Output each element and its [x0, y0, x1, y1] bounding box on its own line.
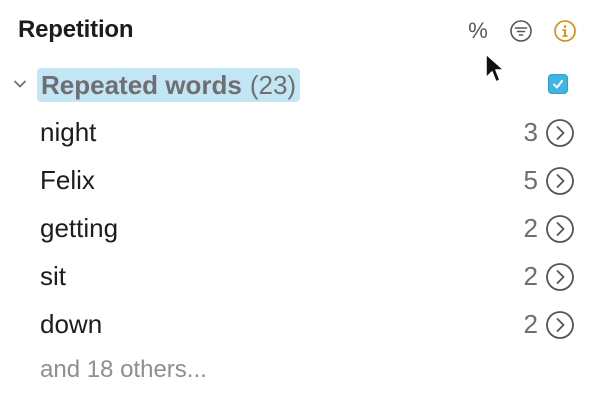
- chevron-right-circle-icon[interactable]: [545, 262, 575, 292]
- group-label[interactable]: Repeated words (23): [37, 68, 301, 102]
- word-count: 3: [523, 117, 538, 147]
- word-count: 2: [523, 261, 538, 291]
- word-count: 5: [523, 165, 538, 195]
- panel-title: Repetition: [18, 16, 134, 43]
- group-count: (23): [249, 69, 297, 100]
- list-item[interactable]: night 3: [0, 110, 600, 154]
- chevron-right-circle-icon[interactable]: [545, 310, 575, 340]
- chevron-down-icon[interactable]: [12, 76, 28, 92]
- group-checkbox[interactable]: [548, 74, 568, 94]
- word-text: night: [40, 117, 97, 147]
- list-item[interactable]: Felix 5: [0, 158, 600, 202]
- word-text: getting: [40, 213, 119, 243]
- checkmark-icon: [553, 79, 563, 89]
- word-count: 2: [523, 309, 538, 339]
- list-item[interactable]: getting 2: [0, 206, 600, 250]
- list-item[interactable]: sit 2: [0, 254, 600, 298]
- info-icon[interactable]: [552, 18, 578, 44]
- word-text: sit: [40, 261, 66, 291]
- percent-icon[interactable]: %: [466, 18, 490, 44]
- chevron-right-circle-icon[interactable]: [545, 166, 575, 196]
- word-text: Felix: [40, 165, 95, 195]
- more-items-link[interactable]: and 18 others...: [40, 356, 207, 384]
- word-text: down: [40, 309, 103, 339]
- repeated-words-group[interactable]: Repeated words (23): [0, 64, 600, 106]
- panel-header: Repetition %: [0, 0, 600, 62]
- group-label-text: Repeated words: [41, 69, 242, 100]
- filter-icon[interactable]: [508, 18, 534, 44]
- repetition-panel: Repetition % Repeated words (23) night 3…: [0, 0, 600, 404]
- list-item[interactable]: down 2: [0, 302, 600, 346]
- chevron-right-circle-icon[interactable]: [545, 214, 575, 244]
- word-count: 2: [523, 213, 538, 243]
- chevron-right-circle-icon[interactable]: [545, 118, 575, 148]
